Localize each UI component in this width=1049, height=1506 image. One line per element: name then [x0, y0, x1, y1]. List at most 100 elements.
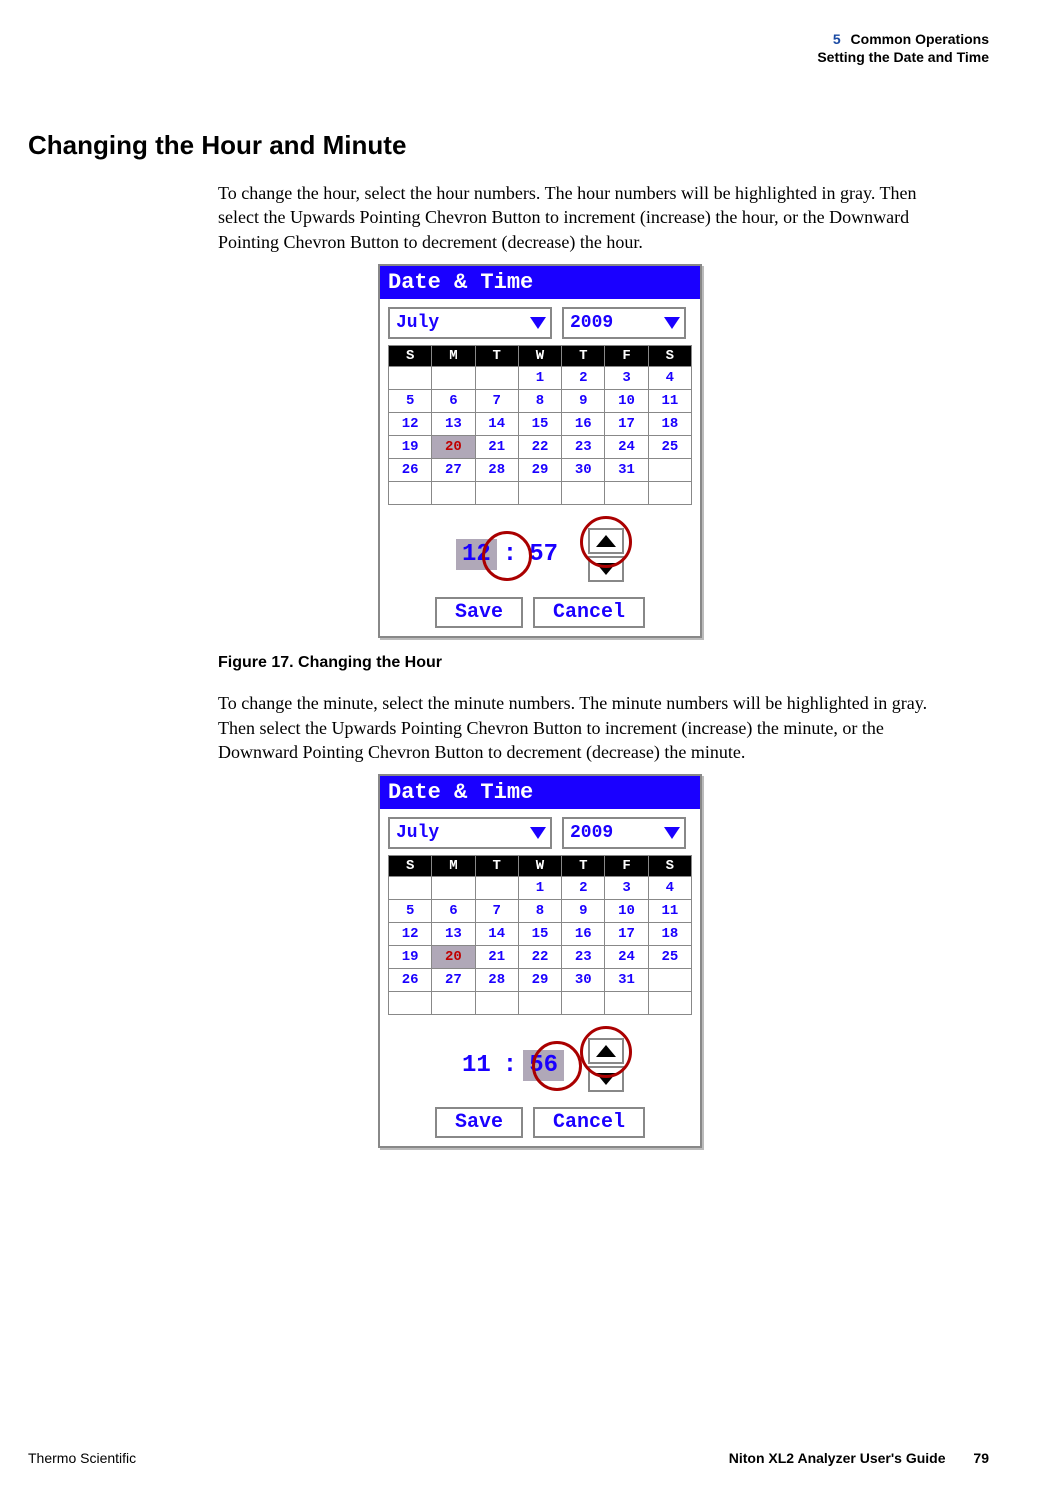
calendar-day — [432, 877, 475, 900]
calendar-day[interactable]: 5 — [389, 389, 432, 412]
month-dropdown[interactable]: July — [388, 817, 552, 849]
minute-field[interactable]: 56 — [523, 1050, 564, 1081]
calendar-day — [518, 481, 561, 504]
window-title: Date & Time — [380, 266, 700, 299]
calendar-day[interactable]: 23 — [562, 946, 605, 969]
cancel-button[interactable]: Cancel — [533, 597, 645, 628]
calendar-day — [475, 366, 518, 389]
calendar-day[interactable]: 19 — [389, 946, 432, 969]
calendar-day[interactable]: 27 — [432, 969, 475, 992]
calendar-day[interactable]: 14 — [475, 923, 518, 946]
calendar-day — [432, 481, 475, 504]
section-heading: Changing the Hour and Minute — [28, 130, 989, 161]
calendar-day[interactable]: 9 — [562, 900, 605, 923]
calendar-day[interactable]: 17 — [605, 923, 648, 946]
calendar-day[interactable]: 30 — [562, 458, 605, 481]
calendar-day[interactable]: 31 — [605, 969, 648, 992]
figure-caption-1: Figure 17. Changing the Hour — [218, 652, 938, 674]
year-dropdown[interactable]: 2009 — [562, 307, 686, 339]
calendar-day[interactable]: 3 — [605, 877, 648, 900]
calendar-day[interactable]: 25 — [648, 435, 691, 458]
calendar-day[interactable]: 8 — [518, 389, 561, 412]
calendar-day[interactable]: 4 — [648, 366, 691, 389]
calendar-day[interactable]: 30 — [562, 969, 605, 992]
calendar-day[interactable]: 1 — [518, 877, 561, 900]
calendar-day[interactable]: 9 — [562, 389, 605, 412]
calendar-day — [562, 992, 605, 1015]
calendar-day[interactable]: 20 — [432, 435, 475, 458]
calendar-day[interactable]: 16 — [562, 923, 605, 946]
weekday-header: M — [432, 856, 475, 877]
calendar-day[interactable]: 1 — [518, 366, 561, 389]
decrement-button[interactable] — [588, 1066, 624, 1092]
calendar-day[interactable]: 6 — [432, 900, 475, 923]
hour-field[interactable]: 11 — [456, 1050, 497, 1081]
calendar-day[interactable]: 17 — [605, 412, 648, 435]
calendar-day[interactable]: 20 — [432, 946, 475, 969]
calendar-day[interactable]: 15 — [518, 923, 561, 946]
calendar-day[interactable]: 28 — [475, 969, 518, 992]
time-separator: : — [503, 541, 517, 568]
calendar-day[interactable]: 7 — [475, 389, 518, 412]
increment-button[interactable] — [588, 528, 624, 554]
weekday-header: S — [648, 345, 691, 366]
calendar-day[interactable]: 10 — [605, 900, 648, 923]
calendar-day[interactable]: 22 — [518, 946, 561, 969]
device-screenshot-2: Date & Time July 2009 SMTWTFS 1234567891… — [378, 774, 702, 1148]
calendar-day[interactable]: 7 — [475, 900, 518, 923]
calendar-day[interactable]: 22 — [518, 435, 561, 458]
calendar-day[interactable]: 24 — [605, 946, 648, 969]
calendar-day[interactable]: 6 — [432, 389, 475, 412]
cancel-button[interactable]: Cancel — [533, 1107, 645, 1138]
calendar-day[interactable]: 16 — [562, 412, 605, 435]
calendar-day[interactable]: 11 — [648, 900, 691, 923]
calendar-day[interactable]: 12 — [389, 412, 432, 435]
footer-left: Thermo Scientific — [28, 1450, 136, 1466]
calendar-day[interactable]: 3 — [605, 366, 648, 389]
minute-field[interactable]: 57 — [523, 539, 564, 570]
device-screenshot-1: Date & Time July 2009 SMTWTFS 1234567891… — [378, 264, 702, 638]
calendar-day[interactable]: 13 — [432, 412, 475, 435]
calendar-day[interactable]: 21 — [475, 435, 518, 458]
calendar-day[interactable]: 23 — [562, 435, 605, 458]
weekday-header: T — [475, 345, 518, 366]
increment-button[interactable] — [588, 1038, 624, 1064]
month-dropdown[interactable]: July — [388, 307, 552, 339]
calendar-day[interactable]: 13 — [432, 923, 475, 946]
calendar-day[interactable]: 28 — [475, 458, 518, 481]
calendar-day[interactable]: 18 — [648, 923, 691, 946]
chevron-down-icon — [664, 827, 680, 839]
calendar-day[interactable]: 10 — [605, 389, 648, 412]
calendar-day[interactable]: 21 — [475, 946, 518, 969]
calendar-day[interactable]: 11 — [648, 389, 691, 412]
calendar-day[interactable]: 31 — [605, 458, 648, 481]
save-button[interactable]: Save — [435, 1107, 523, 1138]
calendar-day[interactable]: 25 — [648, 946, 691, 969]
calendar-day[interactable]: 2 — [562, 877, 605, 900]
calendar-day[interactable]: 26 — [389, 969, 432, 992]
hour-field[interactable]: 12 — [456, 539, 497, 570]
decrement-button[interactable] — [588, 556, 624, 582]
calendar-day — [389, 877, 432, 900]
calendar-day — [475, 992, 518, 1015]
year-dropdown[interactable]: 2009 — [562, 817, 686, 849]
calendar-day[interactable]: 24 — [605, 435, 648, 458]
calendar-day[interactable]: 29 — [518, 458, 561, 481]
calendar-day[interactable]: 26 — [389, 458, 432, 481]
calendar-day[interactable]: 12 — [389, 923, 432, 946]
calendar-day — [562, 481, 605, 504]
calendar-day — [648, 458, 691, 481]
calendar-day[interactable]: 4 — [648, 877, 691, 900]
calendar-day[interactable]: 14 — [475, 412, 518, 435]
calendar-day[interactable]: 27 — [432, 458, 475, 481]
save-button[interactable]: Save — [435, 597, 523, 628]
calendar-day[interactable]: 19 — [389, 435, 432, 458]
calendar-day[interactable]: 29 — [518, 969, 561, 992]
calendar-day[interactable]: 8 — [518, 900, 561, 923]
chevron-down-icon — [530, 827, 546, 839]
chapter-title: Common Operations — [851, 31, 989, 47]
calendar-day[interactable]: 2 — [562, 366, 605, 389]
calendar-day[interactable]: 18 — [648, 412, 691, 435]
calendar-day[interactable]: 5 — [389, 900, 432, 923]
calendar-day[interactable]: 15 — [518, 412, 561, 435]
